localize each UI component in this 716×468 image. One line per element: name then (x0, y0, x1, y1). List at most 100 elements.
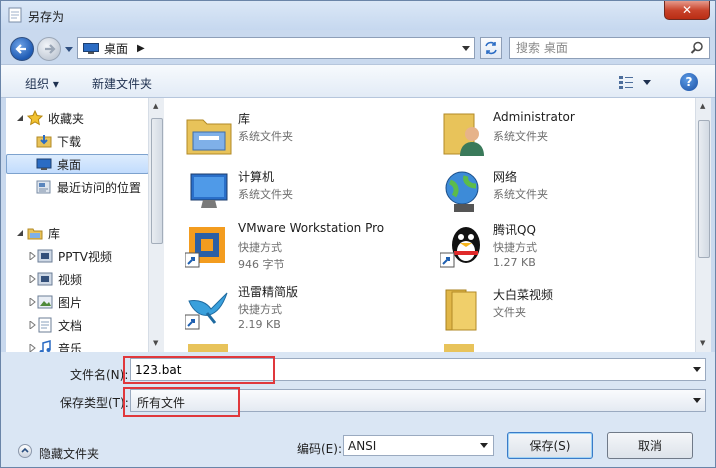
back-button[interactable] (10, 37, 34, 61)
sidebar-item-label: 下载 (57, 134, 82, 149)
close-icon: ✕ (681, 2, 693, 17)
file-item-qq[interactable]: 腾讯QQ 快捷方式 1.27 KB (440, 221, 690, 281)
navigation-bar: 桌面 ▶ (0, 30, 716, 64)
sidebar-item-label: 视频 (58, 272, 83, 287)
encoding-select[interactable]: ANSI (343, 435, 494, 456)
sidebar-item-desktop[interactable]: 桌面 (6, 154, 149, 174)
file-list: 库 系统文件夹 Administrator 系统文件夹 计算机 系统文件夹 网络… (164, 98, 695, 352)
file-type: 系统文件夹 (493, 130, 548, 143)
file-size: 946 字节 (238, 258, 285, 271)
file-item-xunlei[interactable]: 迅雷精简版 快捷方式 2.19 KB (185, 283, 435, 343)
search-input[interactable] (510, 38, 680, 58)
file-name: 腾讯QQ (493, 223, 536, 237)
file-type: 快捷方式 (238, 241, 282, 254)
highlight-box-filename (123, 356, 275, 384)
download-folder-icon (36, 135, 52, 148)
scroll-up-icon[interactable]: ▲ (700, 102, 705, 110)
navigation-scrollbar[interactable]: ▲ ▼ (148, 98, 164, 352)
expand-triangle-icon[interactable] (28, 321, 36, 329)
file-name: 库 (238, 112, 251, 126)
file-name: 计算机 (238, 170, 275, 184)
file-type: 快捷方式 (238, 303, 282, 316)
file-item-computer[interactable]: 计算机 系统文件夹 (185, 168, 435, 228)
save-button[interactable]: 保存(S) (507, 432, 593, 459)
library-folder-icon (186, 119, 232, 155)
sidebar-item-pptv[interactable]: PPTV视频 (6, 246, 149, 266)
search-icon[interactable] (690, 41, 704, 55)
collapse-triangle-icon[interactable] (16, 114, 24, 122)
sidebar-item-favorites[interactable]: 收藏夹 (6, 108, 149, 128)
file-item-dabaicai[interactable]: 大白菜视频 文件夹 (440, 286, 690, 346)
collapse-triangle-icon[interactable] (16, 229, 24, 237)
sidebar-item-videos[interactable]: 视频 (6, 269, 149, 289)
video-library-icon (37, 249, 53, 263)
computer-icon (190, 173, 228, 208)
sidebar-item-label: 图片 (58, 295, 83, 310)
sidebar-item-downloads[interactable]: 下载 (6, 131, 149, 151)
new-folder-button[interactable]: 新建文件夹 (92, 75, 152, 92)
file-name: 迅雷精简版 (238, 285, 299, 299)
qq-penguin-icon (440, 227, 480, 268)
scroll-up-icon[interactable]: ▲ (153, 102, 158, 110)
refresh-button[interactable] (480, 37, 502, 59)
scrollbar-thumb[interactable] (698, 120, 710, 258)
address-dropdown-icon[interactable] (462, 44, 470, 52)
cancel-button[interactable]: 取消 (607, 432, 693, 459)
encoding-label: 编码(E): (297, 442, 342, 456)
vmware-shortcut-icon (185, 227, 225, 268)
file-size: 2.19 KB (238, 318, 281, 331)
search-box[interactable] (509, 37, 710, 59)
documents-library-icon (38, 317, 52, 333)
hide-folders-button[interactable] (18, 444, 32, 458)
sidebar-item-label: 桌面 (57, 157, 82, 172)
sidebar-item-label: 收藏夹 (48, 111, 85, 126)
music-library-icon (39, 340, 51, 352)
expand-triangle-icon[interactable] (28, 275, 36, 283)
help-button[interactable]: ? (680, 73, 698, 91)
address-bar[interactable]: 桌面 ▶ (77, 37, 475, 59)
forward-button[interactable] (37, 37, 61, 61)
dropdown-arrow-icon[interactable] (693, 398, 701, 404)
scroll-down-icon[interactable]: ▼ (153, 339, 158, 347)
sidebar-item-pictures[interactable]: 图片 (6, 292, 149, 312)
sidebar-item-recent-places[interactable]: 最近访问的位置 (6, 177, 149, 197)
file-item-administrator[interactable]: Administrator 系统文件夹 (440, 110, 690, 170)
file-type: 系统文件夹 (238, 188, 293, 201)
expand-triangle-icon[interactable] (28, 298, 36, 306)
sidebar-item-label: 库 (48, 226, 61, 241)
file-item-vmware[interactable]: VMware Workstation Pro 快捷方式 946 字节 (185, 221, 435, 281)
folder-icon (444, 344, 474, 352)
change-view-icon[interactable] (617, 74, 653, 90)
scrollbar-thumb[interactable] (151, 118, 163, 244)
file-name: 大白菜视频 (493, 288, 554, 302)
chevron-up-icon (21, 447, 29, 453)
file-item-library[interactable]: 库 系统文件夹 (185, 110, 435, 170)
sidebar-item-libraries[interactable]: 库 (6, 223, 149, 243)
sidebar-item-documents[interactable]: 文档 (6, 315, 149, 335)
history-dropdown-icon[interactable] (64, 44, 74, 54)
file-size: 1.27 KB (493, 256, 536, 269)
expand-triangle-icon[interactable] (28, 252, 36, 260)
recent-places-icon (36, 180, 51, 194)
expand-triangle-icon[interactable] (28, 344, 36, 352)
scroll-down-icon[interactable]: ▼ (700, 339, 705, 347)
pictures-library-icon (37, 295, 53, 309)
organize-button[interactable]: 组织 ▾ (25, 75, 59, 92)
file-type: 快捷方式 (493, 241, 537, 254)
address-path[interactable]: 桌面 (104, 40, 128, 57)
file-name: 网络 (493, 170, 518, 184)
sidebar-item-music[interactable]: 音乐 (6, 338, 149, 352)
refresh-icon (485, 41, 497, 55)
desktop-icon (36, 158, 52, 170)
breadcrumb-chevron-icon[interactable]: ▶ (137, 43, 145, 54)
hide-folders-label[interactable]: 隐藏文件夹 (39, 445, 99, 462)
star-icon (27, 110, 43, 126)
file-list-scrollbar[interactable]: ▲ ▼ (695, 98, 711, 352)
file-type: 文件夹 (493, 306, 526, 319)
close-button[interactable]: ✕ (664, 0, 710, 20)
folder-icon (188, 344, 228, 352)
file-item-network[interactable]: 网络 系统文件夹 (440, 168, 690, 228)
xunlei-bird-icon (185, 292, 228, 330)
dropdown-arrow-icon[interactable] (693, 367, 701, 373)
dropdown-arrow-icon[interactable] (480, 443, 488, 449)
